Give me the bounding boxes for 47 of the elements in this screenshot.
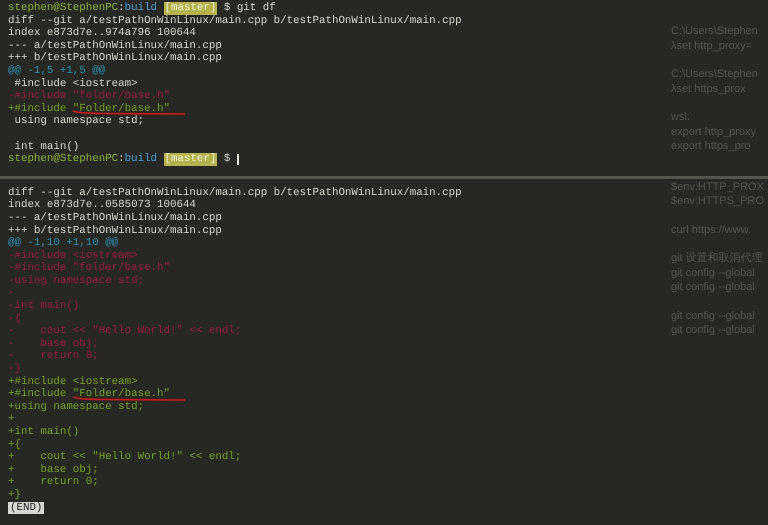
diff-line: --- a/testPathOnWinLinux/main.cpp bbox=[8, 212, 222, 224]
diff-line: +#include "Folder/base.h" bbox=[8, 388, 170, 401]
command-text: git df bbox=[236, 2, 276, 15]
prompt-symbol: $ bbox=[224, 2, 230, 15]
prompt-symbol: $ bbox=[224, 153, 230, 166]
prompt-directory: build bbox=[124, 153, 158, 166]
diff-line: - bbox=[8, 287, 14, 300]
diff-line: +} bbox=[8, 488, 21, 502]
diff-line: -#include "folder/base.h" bbox=[8, 90, 170, 103]
diff-line: +++ b/testPathOnWinLinux/main.cpp bbox=[8, 52, 222, 65]
diff-line: -int main() bbox=[8, 300, 80, 313]
diff-line: @@ -1,5 +1,5 @@ bbox=[8, 64, 106, 78]
diff-line: @@ -1,10 +1,10 @@ bbox=[8, 237, 118, 250]
diff-line: +int main() bbox=[8, 426, 80, 439]
diff-line: - return 0; bbox=[8, 350, 99, 363]
diff-line: -#include <iostream> bbox=[8, 250, 138, 262]
diff-line: +{ bbox=[8, 438, 21, 452]
diff-line: diff --git a/testPathOnWinLinux/main.cpp b/testPathOnWinLinux/main.cpp bbox=[8, 186, 462, 199]
diff-line: + base obj; bbox=[8, 464, 99, 476]
diff-line: index e873d7e..0585073 100644 bbox=[8, 199, 196, 212]
branch-label: [master] bbox=[164, 153, 218, 166]
prompt-separator: : bbox=[118, 2, 125, 15]
prompt-directory: build bbox=[124, 2, 158, 15]
diff-line: +#include "Folder/base.h" bbox=[8, 102, 170, 116]
diff-line: #include <iostream> bbox=[13, 78, 138, 90]
diff-line: +#include <iostream> bbox=[8, 376, 138, 388]
diff-line: -using namespace std; bbox=[8, 274, 144, 288]
diff-line: - base obj; bbox=[8, 338, 99, 350]
diff-line: diff --git a/testPathOnWinLinux/main.cpp b/testPathOnWinLinux/main.cpp bbox=[8, 14, 462, 27]
diff-line: -{ bbox=[8, 312, 21, 326]
diff-line: index e873d7e..974a796 100644 bbox=[8, 27, 196, 40]
diff-line: -#include "folder/base.h" bbox=[8, 262, 170, 275]
branch-label: [master] bbox=[164, 2, 218, 15]
diff-line: + cout << "Hello World!" << endl; bbox=[8, 451, 242, 464]
diff-line: +using namespace std; bbox=[8, 400, 144, 414]
prompt-separator: : bbox=[118, 153, 125, 166]
pager-end-marker: (END) bbox=[8, 502, 44, 514]
diff-line: using namespace std; bbox=[13, 115, 144, 128]
diff-line: --- a/testPathOnWinLinux/main.cpp bbox=[8, 40, 222, 52]
diff-line: +++ b/testPathOnWinLinux/main.cpp bbox=[8, 224, 222, 237]
diff-line: + bbox=[8, 413, 14, 426]
prompt-user: stephen@StephenPC bbox=[8, 153, 118, 166]
diff-line: int main() bbox=[13, 140, 80, 153]
prompt-user: stephen@StephenPC bbox=[8, 2, 118, 15]
diff-line: + return 0; bbox=[8, 476, 99, 489]
diff-line: - cout << "Hello World!" << endl; bbox=[8, 325, 242, 338]
diff-line: -} bbox=[8, 363, 21, 376]
